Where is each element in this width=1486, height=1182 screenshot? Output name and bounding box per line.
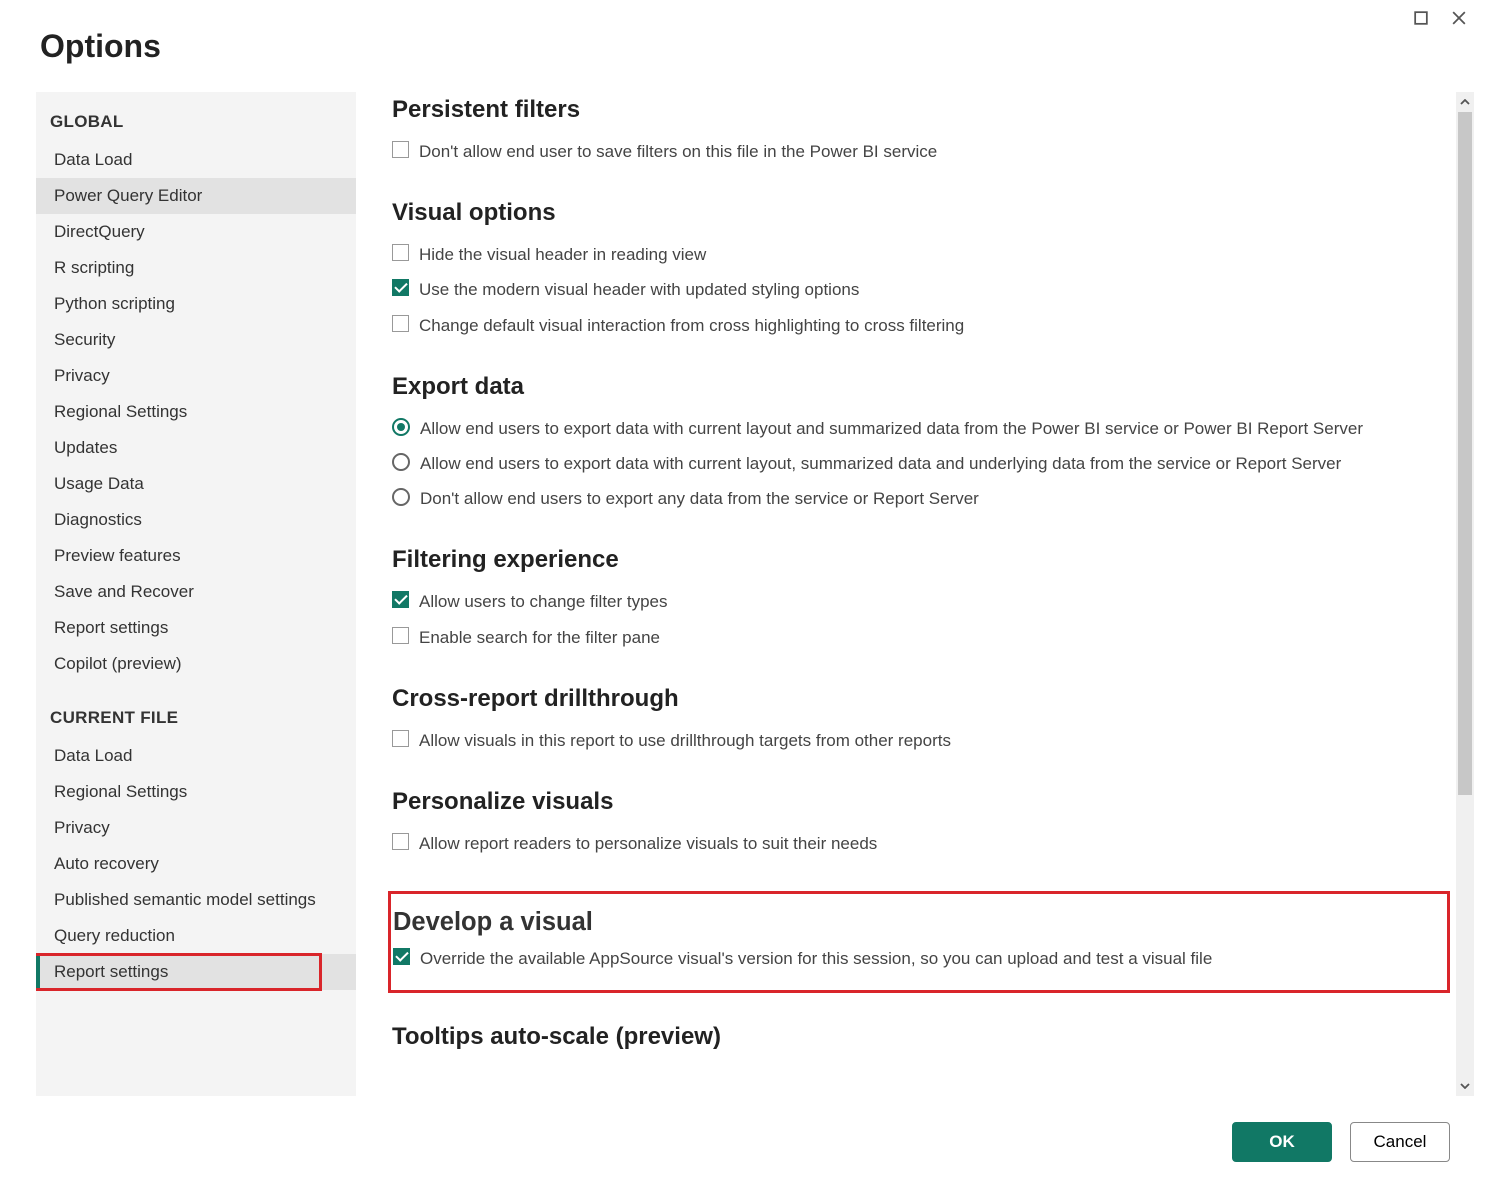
- sidebar: GLOBAL Data Load Power Query Editor Dire…: [36, 92, 356, 1096]
- checkbox-personalize-visuals[interactable]: [392, 833, 409, 850]
- label-filter-pane-search: Enable search for the filter pane: [419, 624, 660, 651]
- heading-export-data: Export data: [392, 373, 1450, 401]
- radio-export-none[interactable]: [392, 488, 410, 506]
- ok-button[interactable]: OK: [1232, 1122, 1332, 1162]
- group-filtering-experience: Filtering experience Allow users to chan…: [392, 546, 1450, 650]
- cancel-button[interactable]: Cancel: [1350, 1122, 1450, 1162]
- dialog-title: Options: [40, 28, 161, 65]
- heading-filtering-experience: Filtering experience: [392, 546, 1450, 574]
- nav-current-regional-settings[interactable]: Regional Settings: [36, 774, 356, 810]
- nav-global-save-and-recover[interactable]: Save and Recover: [36, 574, 356, 610]
- label-override-appsource-visual: Override the available AppSource visual'…: [420, 945, 1212, 972]
- nav-global-security[interactable]: Security: [36, 322, 356, 358]
- section-global: GLOBAL: [36, 102, 356, 142]
- scroll-thumb[interactable]: [1458, 112, 1472, 795]
- nav-current-privacy[interactable]: Privacy: [36, 810, 356, 846]
- label-export-underlying: Allow end users to export data with curr…: [420, 450, 1341, 477]
- checkbox-change-filter-types[interactable]: [392, 591, 409, 608]
- scrollbar[interactable]: [1456, 92, 1474, 1096]
- window-controls: [1404, 4, 1476, 32]
- nav-current-published-semantic-model-settings[interactable]: Published semantic model settings: [36, 882, 356, 918]
- radio-export-underlying[interactable]: [392, 453, 410, 471]
- group-persistent-filters: Persistent filters Don't allow end user …: [392, 96, 1450, 165]
- heading-develop-visual: Develop a visual: [393, 908, 1435, 937]
- nav-global-r-scripting[interactable]: R scripting: [36, 250, 356, 286]
- section-current-file: CURRENT FILE: [36, 698, 356, 738]
- checkbox-cross-filtering-default[interactable]: [392, 315, 409, 332]
- group-tooltips-auto-scale: Tooltips auto-scale (preview): [392, 1023, 1450, 1051]
- checkbox-cross-report-drillthrough[interactable]: [392, 730, 409, 747]
- options-dialog: Options GLOBAL Data Load Power Query Edi…: [0, 0, 1486, 1182]
- group-personalize-visuals: Personalize visuals Allow report readers…: [392, 788, 1450, 857]
- checkbox-filter-pane-search[interactable]: [392, 627, 409, 644]
- nav-current-auto-recovery[interactable]: Auto recovery: [36, 846, 356, 882]
- nav-global-python-scripting[interactable]: Python scripting: [36, 286, 356, 322]
- nav-global-preview-features[interactable]: Preview features: [36, 538, 356, 574]
- group-cross-report-drillthrough: Cross-report drillthrough Allow visuals …: [392, 685, 1450, 754]
- nav-highlight: Report settings: [36, 954, 356, 990]
- radio-export-summarized[interactable]: [392, 418, 410, 436]
- label-hide-visual-header: Hide the visual header in reading view: [419, 241, 706, 268]
- checkbox-persistent-disallow-save[interactable]: [392, 141, 409, 158]
- heading-visual-options: Visual options: [392, 199, 1450, 227]
- nav-global-usage-data[interactable]: Usage Data: [36, 466, 356, 502]
- main-pane: Persistent filters Don't allow end user …: [356, 92, 1450, 1096]
- heading-persistent-filters: Persistent filters: [392, 96, 1450, 124]
- label-personalize-visuals: Allow report readers to personalize visu…: [419, 830, 877, 857]
- label-export-none: Don't allow end users to export any data…: [420, 485, 979, 512]
- label-change-filter-types: Allow users to change filter types: [419, 588, 668, 615]
- group-develop-visual: Develop a visual Override the available …: [388, 891, 1450, 993]
- heading-tooltips-auto-scale: Tooltips auto-scale (preview): [392, 1023, 1450, 1051]
- nav-global-copilot-preview[interactable]: Copilot (preview): [36, 646, 356, 682]
- nav-current-report-settings[interactable]: Report settings: [36, 954, 356, 990]
- close-button[interactable]: [1442, 4, 1476, 32]
- checkbox-hide-visual-header[interactable]: [392, 244, 409, 261]
- group-visual-options: Visual options Hide the visual header in…: [392, 199, 1450, 339]
- group-export-data: Export data Allow end users to export da…: [392, 373, 1450, 513]
- nav-global-privacy[interactable]: Privacy: [36, 358, 356, 394]
- scroll-down-icon[interactable]: [1456, 1076, 1474, 1096]
- nav-global-power-query-editor[interactable]: Power Query Editor: [36, 178, 356, 214]
- label-export-summarized: Allow end users to export data with curr…: [420, 415, 1363, 442]
- checkbox-modern-visual-header[interactable]: [392, 279, 409, 296]
- nav-global-directquery[interactable]: DirectQuery: [36, 214, 356, 250]
- checkbox-override-appsource-visual[interactable]: [393, 948, 410, 965]
- scroll-up-icon[interactable]: [1456, 92, 1474, 112]
- label-persistent-disallow-save: Don't allow end user to save filters on …: [419, 138, 937, 165]
- dialog-footer: OK Cancel: [1232, 1122, 1450, 1162]
- heading-personalize-visuals: Personalize visuals: [392, 788, 1450, 816]
- nav-global-report-settings[interactable]: Report settings: [36, 610, 356, 646]
- label-cross-report-drillthrough: Allow visuals in this report to use dril…: [419, 727, 951, 754]
- heading-cross-report-drillthrough: Cross-report drillthrough: [392, 685, 1450, 713]
- label-cross-filtering-default: Change default visual interaction from c…: [419, 312, 964, 339]
- nav-global-diagnostics[interactable]: Diagnostics: [36, 502, 356, 538]
- nav-current-data-load[interactable]: Data Load: [36, 738, 356, 774]
- nav-global-data-load[interactable]: Data Load: [36, 142, 356, 178]
- nav-global-updates[interactable]: Updates: [36, 430, 356, 466]
- nav-global-regional-settings[interactable]: Regional Settings: [36, 394, 356, 430]
- maximize-button[interactable]: [1404, 4, 1438, 32]
- label-modern-visual-header: Use the modern visual header with update…: [419, 276, 859, 303]
- nav-current-query-reduction[interactable]: Query reduction: [36, 918, 356, 954]
